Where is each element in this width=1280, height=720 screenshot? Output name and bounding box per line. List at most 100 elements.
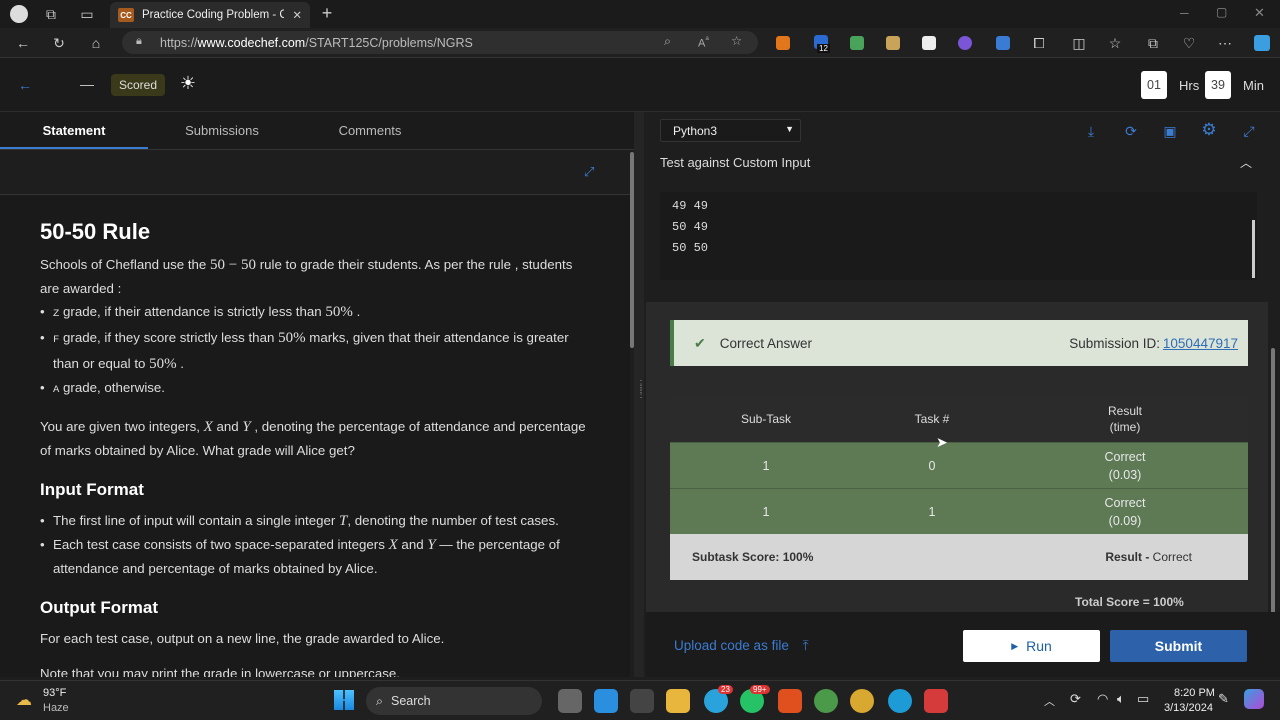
browser-essentials-icon[interactable]: ♡ — [1180, 34, 1198, 52]
weather-desc: Haze — [43, 702, 69, 714]
clock-date[interactable]: 3/13/2024 — [1164, 702, 1213, 714]
copilot-icon[interactable] — [1254, 35, 1270, 51]
workspaces-icon[interactable]: ⧉ — [42, 5, 60, 23]
result-time: (0.09) — [1108, 513, 1142, 528]
submit-button[interactable]: Submit — [1110, 630, 1247, 662]
lock-icon: 🔒︎ — [136, 35, 142, 47]
chrome-profile-icon[interactable] — [850, 689, 874, 713]
app-header: ← — ☀ 01 Hrs 39 Min — [0, 58, 1280, 112]
tab-submissions[interactable]: Submissions — [148, 112, 296, 149]
wifi-icon[interactable]: ◠ — [1097, 691, 1108, 707]
read-aloud-icon[interactable]: Aᵃ — [698, 34, 709, 50]
zoom-icon[interactable]: ⌕ — [664, 34, 671, 49]
expand-statement-icon[interactable]: ⤢ — [584, 164, 594, 180]
sync-icon[interactable]: ⟳ — [1070, 691, 1081, 707]
custom-input-line: 50 49 — [672, 220, 709, 234]
timer-minutes-label: Min — [1243, 78, 1264, 93]
collapse-icon[interactable]: — — [80, 76, 94, 92]
chevron-up-tray-icon[interactable]: ︿ — [1044, 693, 1055, 709]
download-icon[interactable]: ⤓ — [1082, 122, 1100, 140]
theme-sun-icon[interactable]: ☀ — [179, 73, 197, 93]
amazon-icon[interactable] — [630, 689, 654, 713]
favorites-icon[interactable]: ☆ — [1106, 34, 1124, 52]
close-tab-icon[interactable]: ✕ — [292, 8, 302, 22]
edge-icon[interactable] — [888, 689, 912, 713]
score-row: Subtask Score: 100% Result - Correct — [670, 534, 1248, 580]
overall-result: Result - Correct — [1105, 550, 1192, 564]
output-format-heading: Output Format — [40, 598, 159, 617]
given-and: and — [212, 419, 243, 434]
tab-comments[interactable]: Comments — [296, 112, 444, 149]
submission-id-link[interactable]: 1050447917 — [1163, 336, 1238, 351]
save-icon[interactable]: ▣ — [1161, 122, 1179, 140]
back-arrow-icon[interactable]: ← — [16, 76, 34, 94]
whatsapp-badge: 99+ — [750, 685, 770, 694]
upload-code-link[interactable]: Upload code as file ⤒ — [674, 638, 809, 654]
extension-rocket-icon[interactable] — [850, 36, 864, 50]
custom-input-line: 50 50 — [672, 241, 709, 255]
reset-icon[interactable]: ⟳ — [1122, 122, 1140, 140]
start-windows-icon[interactable] — [334, 690, 354, 710]
run-button[interactable]: ▶ Run — [963, 630, 1100, 662]
tab-actions-icon[interactable]: ▭ — [78, 5, 96, 23]
favorite-star-icon[interactable]: ☆ — [731, 33, 742, 48]
copilot-taskbar-icon[interactable] — [1244, 689, 1264, 709]
table-row: 1 0 Correct (0.03) — [670, 442, 1248, 488]
back-icon[interactable]: ← — [14, 34, 32, 52]
status-text: Correct Answer — [719, 335, 813, 351]
rule-text: grade, otherwise. — [59, 380, 166, 395]
weather-icon[interactable]: ☁ — [16, 690, 32, 710]
rule-text-end: . — [176, 356, 184, 371]
chrome-icon[interactable] — [814, 689, 838, 713]
url-bar[interactable]: 🔒︎ https://www.codechef.com/START125C/pr… — [122, 31, 758, 54]
extension-fox-icon[interactable] — [776, 36, 790, 50]
custom-input-label[interactable]: Test against Custom Input — [660, 155, 810, 170]
more-menu-icon[interactable]: ⋯ — [1216, 34, 1234, 52]
new-tab-icon[interactable]: + — [318, 3, 336, 23]
result-scrollbar[interactable] — [1271, 348, 1275, 616]
weather-temp: 93°F — [43, 687, 67, 699]
drag-handle-icon[interactable]: ⋮ ⋮ ⋮ — [636, 380, 646, 400]
profile-avatar[interactable] — [10, 5, 28, 23]
problem-panel: Statement Submissions Comments ⤢ 50-50 R… — [0, 112, 634, 677]
header-task: Task # — [914, 412, 950, 426]
rule-text-end: . — [352, 304, 361, 319]
close-window-icon[interactable]: ✕ — [1254, 5, 1265, 21]
browser-tab[interactable]: CC Practice Coding Problem - Code ✕ — [110, 2, 310, 28]
chevron-up-icon[interactable]: ︿ — [1240, 154, 1252, 171]
store-icon[interactable] — [594, 689, 618, 713]
cell-task: 1 — [928, 504, 936, 519]
input-scrollbar[interactable] — [1252, 220, 1255, 278]
notification-icon[interactable]: ✎ — [1218, 691, 1229, 707]
language-select[interactable]: Python3 ▼ — [660, 119, 801, 142]
tab-statement[interactable]: Statement — [0, 112, 148, 149]
extension-purple-icon[interactable] — [958, 36, 972, 50]
task-view-icon[interactable] — [558, 689, 582, 713]
split-screen-icon[interactable]: ◫ — [1070, 34, 1088, 52]
clock-time[interactable]: 8:20 PM — [1174, 687, 1215, 699]
refresh-icon[interactable]: ↻ — [50, 34, 68, 52]
home-icon[interactable]: ⌂ — [87, 34, 105, 52]
extension-dice-icon[interactable] — [922, 36, 936, 50]
wps-office-icon[interactable] — [924, 689, 948, 713]
settings-gear-icon[interactable]: ⚙ — [1200, 120, 1218, 139]
custom-input-field[interactable]: 49 49 50 49 50 50 — [660, 192, 1257, 280]
battery-icon[interactable]: ▭ — [1137, 691, 1149, 707]
input-format-heading: Input Format — [40, 480, 144, 499]
extension-blue-icon[interactable] — [996, 36, 1010, 50]
brave-icon[interactable] — [778, 689, 802, 713]
extensions-puzzle-icon[interactable]: ⧠ — [1030, 34, 1048, 52]
file-explorer-icon[interactable] — [666, 689, 690, 713]
maximize-icon[interactable]: ▢ — [1216, 5, 1227, 19]
fullscreen-icon[interactable]: ⤢ — [1240, 122, 1258, 140]
volume-icon[interactable]: 🔈︎ — [1117, 691, 1125, 707]
list-item: F grade, if they score strictly less tha… — [40, 326, 590, 376]
list-item: Each test case consists of two space-sep… — [40, 533, 590, 580]
extension-hat-icon[interactable] — [886, 36, 900, 50]
windows-taskbar: ☁ 93°F Haze ⌕ Search 23 99+ ︿ ⟳ ◠ 🔈︎ ▭ 8… — [0, 680, 1280, 720]
collections-icon[interactable]: ⧉ — [1144, 34, 1162, 52]
minimize-icon[interactable]: ─ — [1180, 6, 1189, 20]
browser-title-bar: ⧉ ▭ CC Practice Coding Problem - Code ✕ … — [0, 0, 1280, 28]
url-path: /START125C/problems/NGRS — [305, 35, 473, 50]
taskbar-search[interactable]: ⌕ Search — [366, 687, 542, 715]
